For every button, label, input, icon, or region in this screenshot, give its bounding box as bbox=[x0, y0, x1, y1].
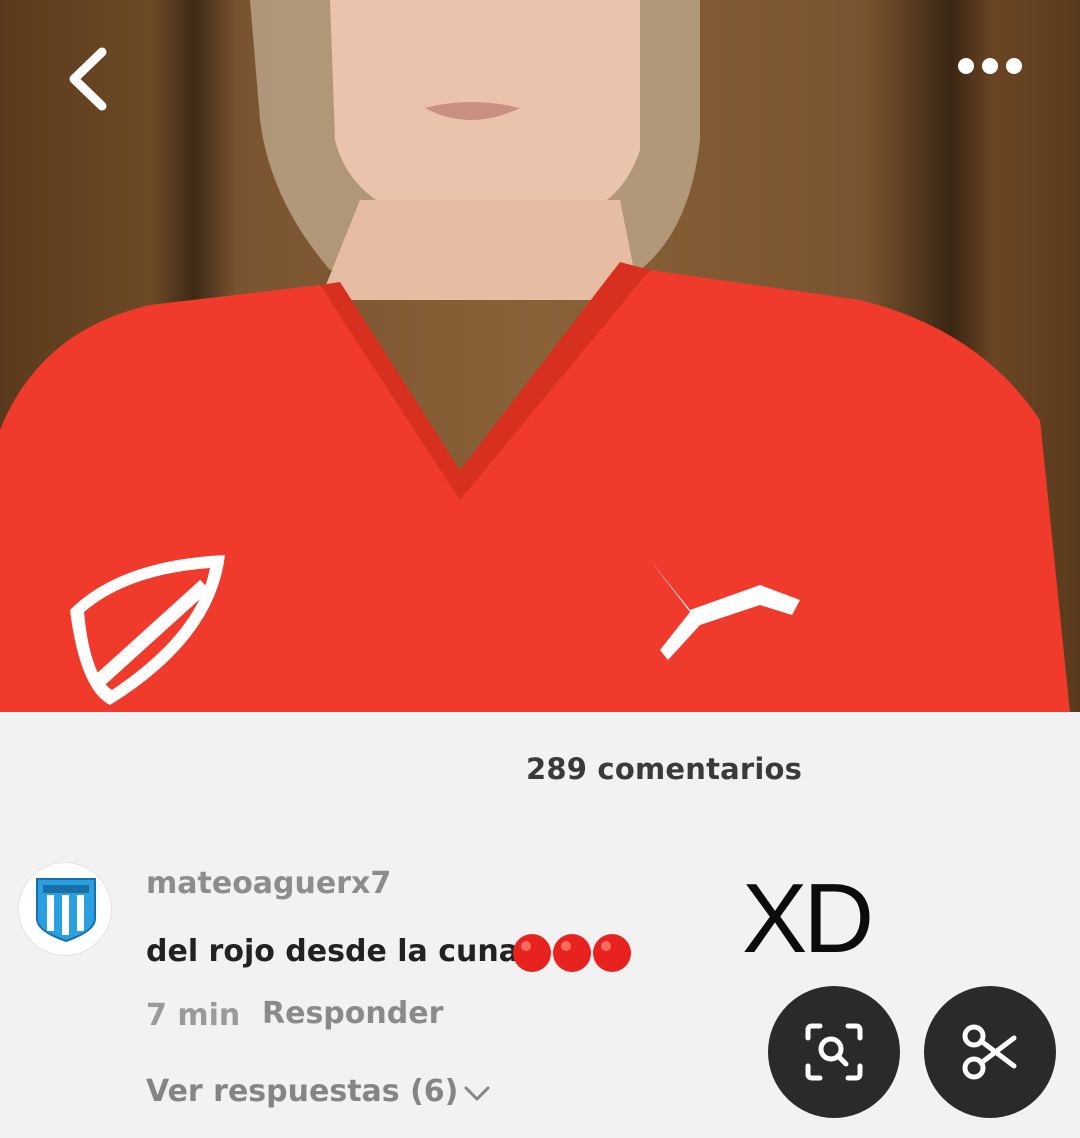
view-replies-button[interactable]: Ver respuestas (6) bbox=[146, 1074, 492, 1109]
more-horizontal-icon bbox=[958, 58, 1022, 74]
video-frame[interactable] bbox=[0, 0, 1080, 712]
comment-username[interactable]: mateoaguerx7 bbox=[146, 866, 391, 901]
chevron-left-icon bbox=[69, 47, 107, 111]
comment-text: del rojo desde la cuna bbox=[146, 934, 519, 969]
visual-search-button[interactable] bbox=[768, 986, 900, 1118]
reply-button[interactable]: Responder bbox=[262, 996, 443, 1031]
red-circle-icon bbox=[513, 934, 631, 972]
cut-button[interactable] bbox=[924, 986, 1056, 1118]
club-crest-icon bbox=[36, 878, 96, 943]
overlay-text: XD bbox=[742, 863, 874, 973]
more-options-button[interactable] bbox=[952, 46, 1028, 86]
comment-time: 7 min bbox=[146, 998, 241, 1033]
lens-search-icon bbox=[805, 1023, 863, 1081]
comment-count: 289 comentarios bbox=[526, 752, 803, 786]
scissors-icon bbox=[962, 1024, 1017, 1080]
back-button[interactable] bbox=[60, 44, 116, 114]
chevron-down-icon bbox=[464, 1086, 490, 1100]
avatar[interactable] bbox=[18, 862, 112, 956]
red-circle-emoji bbox=[508, 928, 640, 982]
view-replies-label: Ver respuestas (6) bbox=[146, 1074, 459, 1109]
video-image bbox=[0, 0, 1070, 712]
